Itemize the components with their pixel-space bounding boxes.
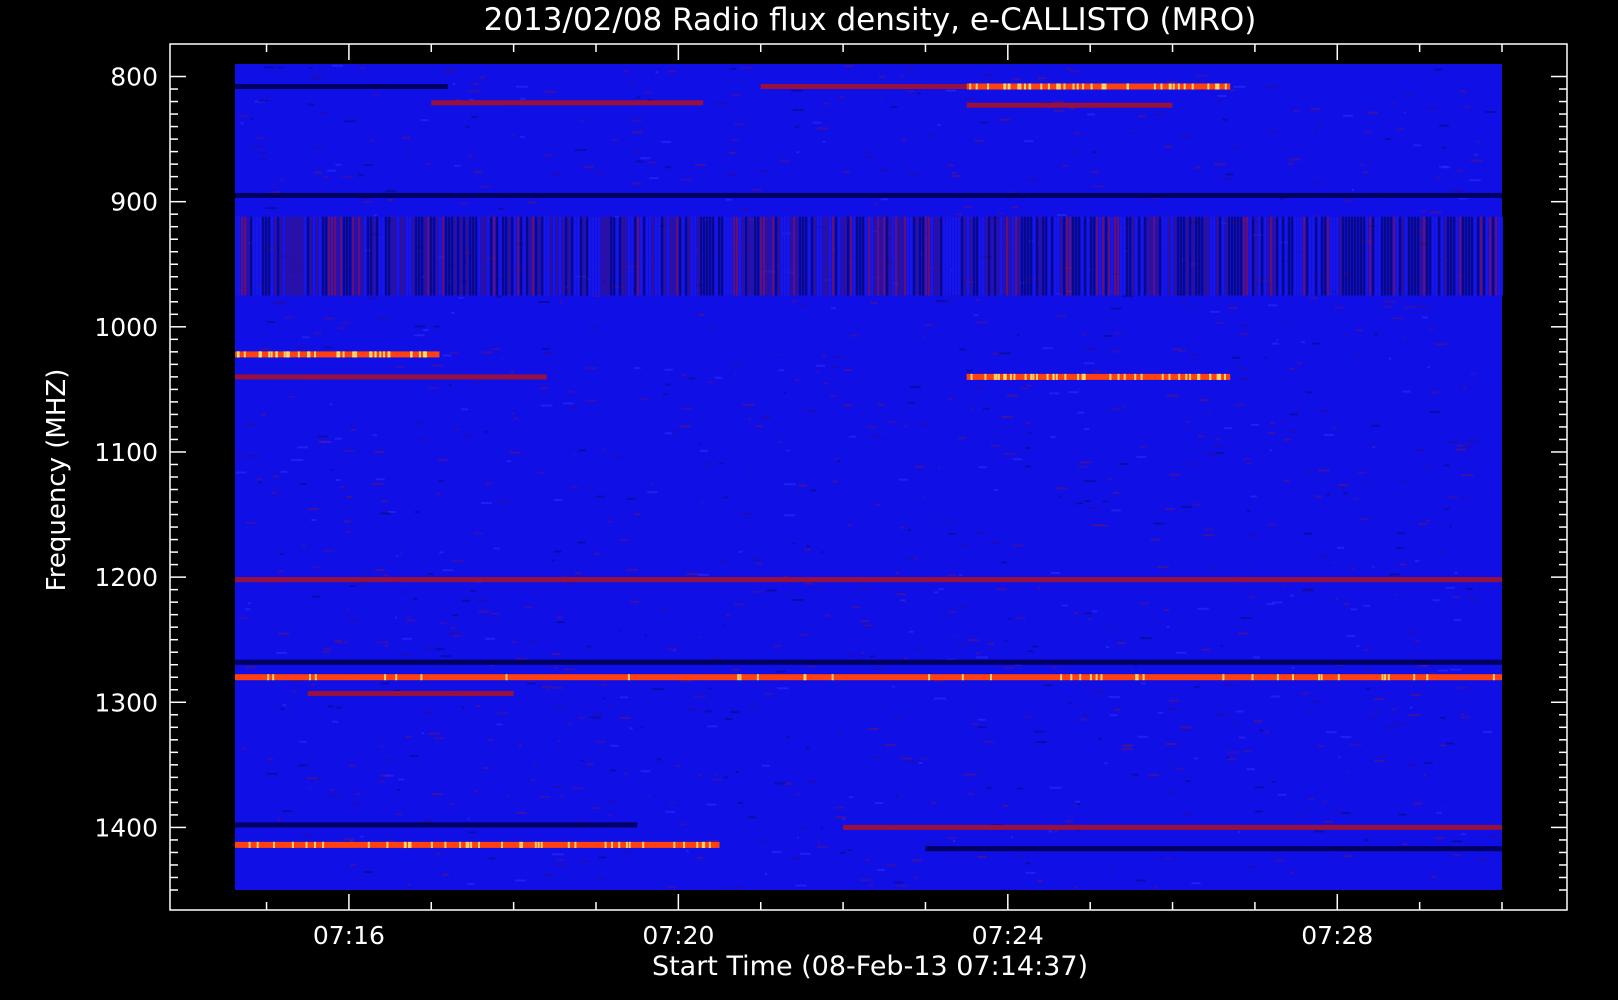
band-1293-12 — [307, 691, 514, 696]
y-tick-label-1100: 1100 — [94, 438, 158, 467]
band-1398-13 — [235, 822, 638, 828]
y-tick-label-1300: 1300 — [94, 688, 158, 717]
chart-title: 2013/02/08 Radio flux density, e-CALLIST… — [484, 2, 1257, 38]
rfi-stripe-region — [235, 216, 1504, 296]
y-tick-label-1400: 1400 — [94, 813, 158, 842]
band-1417-16 — [925, 846, 1502, 852]
x-tick-label-0724: 07:24 — [972, 921, 1044, 950]
y-tick-label-900: 900 — [110, 188, 158, 217]
y-tick-label-1000: 1000 — [94, 313, 158, 342]
band-1400-14 — [843, 824, 1502, 830]
band-823-4 — [966, 102, 1173, 108]
x-tick-label-0716: 07:16 — [313, 921, 385, 950]
band-1414-15 — [235, 841, 720, 848]
band-808-1 — [760, 84, 967, 89]
band-1268-10 — [235, 659, 1502, 665]
band-895-5 — [235, 192, 1502, 198]
band-808-2 — [235, 84, 448, 89]
y-axis-label: Frequency (MHZ) — [42, 369, 72, 592]
x-axis-label: Start Time (08-Feb-13 07:14:37) — [652, 951, 1088, 982]
spectrogram-heatmap — [235, 64, 1504, 890]
spectrogram-background — [235, 64, 1502, 890]
y-tick-label-800: 800 — [110, 63, 158, 92]
y-tick-label-1200: 1200 — [94, 563, 158, 592]
band-1280-11 — [235, 674, 1502, 681]
band-1040-7 — [235, 374, 547, 380]
band-1202-9 — [235, 577, 1502, 583]
band-821-3 — [431, 100, 704, 106]
spectrogram-chart: 2013/02/08 Radio flux density, e-CALLIST… — [42, 2, 1568, 982]
x-tick-label-0728: 07:28 — [1301, 921, 1373, 950]
x-tick-label-0720: 07:20 — [642, 921, 714, 950]
